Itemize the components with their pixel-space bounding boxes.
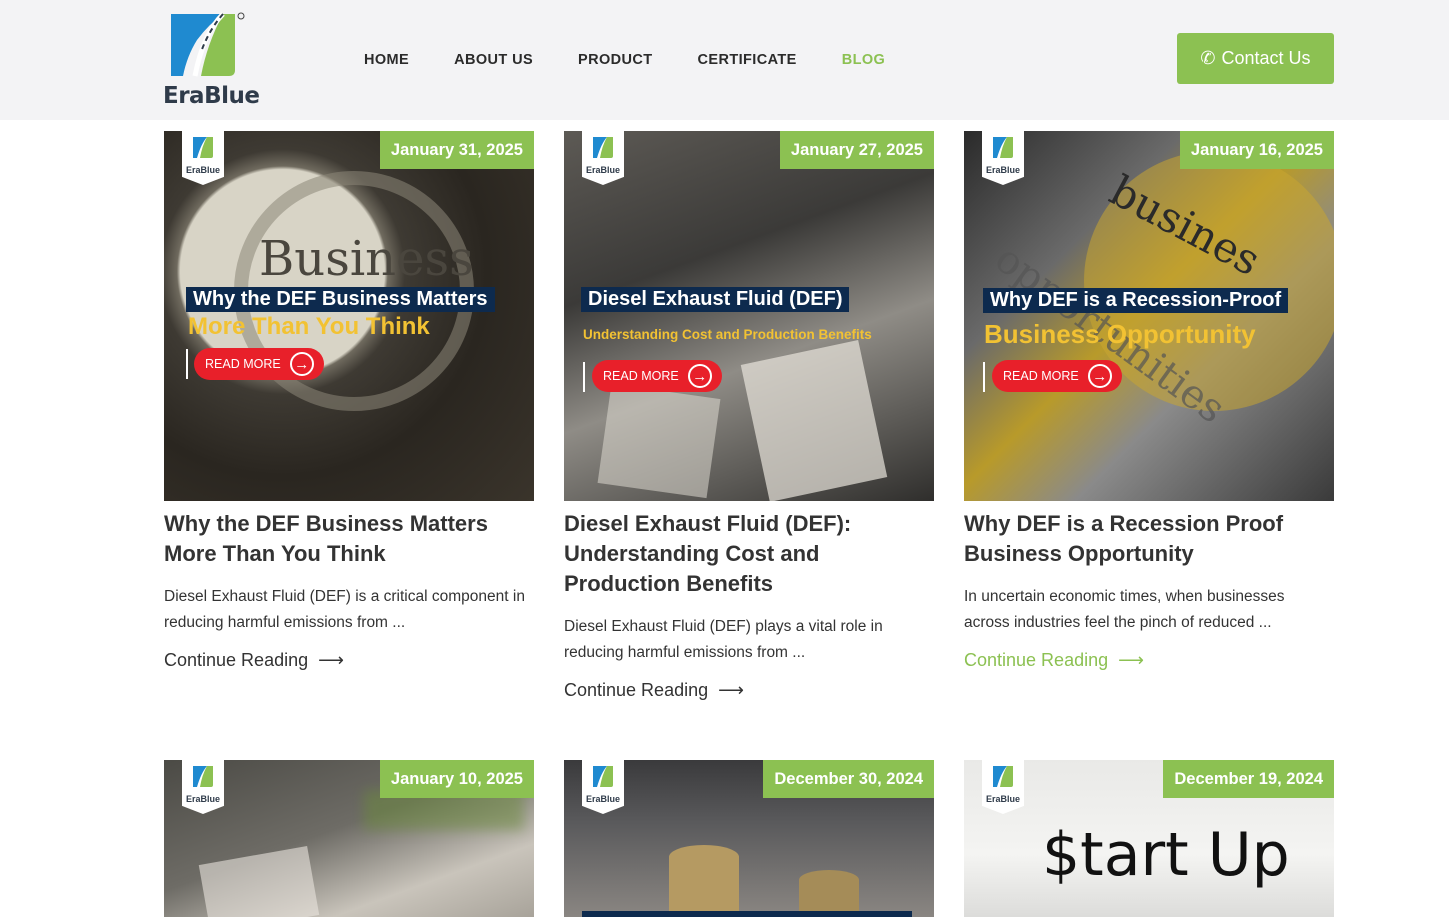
post-excerpt: Diesel Exhaust Fluid (DEF) is a critical… <box>164 588 525 631</box>
divider <box>983 362 985 392</box>
mini-logo-text: EraBlue <box>585 165 620 175</box>
divider <box>583 362 585 392</box>
post-thumbnail[interactable]: $tart Up EraBlue December 19, 2024 <box>964 760 1334 917</box>
phone-icon: ✆ <box>1200 48 1216 68</box>
road-leaf-logo-icon <box>593 766 613 787</box>
arrow-right-icon: → <box>687 364 712 388</box>
coin-stack <box>799 870 859 917</box>
read-more-label: READ MORE <box>205 357 281 371</box>
blog-card: $tart Up EraBlue December 19, 2024 <box>964 760 1334 917</box>
overlay-title: Why DEF is a Recession-Proof <box>983 288 1289 313</box>
continue-label: Continue Reading <box>564 680 709 700</box>
continue-reading-link[interactable]: Continue Reading ⟶ <box>564 680 934 701</box>
continue-label: Continue Reading <box>964 650 1109 670</box>
arrow-right-icon: → <box>289 352 314 376</box>
arrow-right-icon: ⟶ <box>318 650 344 670</box>
date-badge: January 31, 2025 <box>379 131 534 169</box>
mini-logo-text: EraBlue <box>185 794 220 804</box>
overlay-subtitle: Business Opportunity <box>984 319 1256 349</box>
contact-us-button[interactable]: ✆ Contact Us <box>1177 33 1334 84</box>
post-title[interactable]: Why DEF is a Recession Proof Business Op… <box>964 509 1334 569</box>
continue-reading-link[interactable]: Continue Reading ⟶ <box>164 650 534 671</box>
road-leaf-logo-icon <box>993 137 1013 158</box>
logo-text: EraBlue <box>163 83 260 109</box>
erablue-logo[interactable]: EraBlue <box>163 12 260 109</box>
paper-sheet <box>597 383 721 499</box>
read-more-badge: READ MORE → <box>992 360 1122 392</box>
erablue-mini-logo: EraBlue <box>182 131 224 185</box>
arrow-right-icon: ⟶ <box>718 680 744 700</box>
road-leaf-logo-icon <box>193 766 213 787</box>
nav-product[interactable]: PRODUCT <box>578 52 653 68</box>
overlay-title: Diesel Exhaust Fluid (DEF) <box>581 287 850 312</box>
blog-card: Diesel Exhaust Fluid (DEF) Understanding… <box>564 131 934 701</box>
arrow-right-icon: ⟶ <box>1118 650 1144 670</box>
post-thumbnail[interactable]: Business Why the DEF Business Matters Mo… <box>164 131 534 501</box>
erablue-mini-logo: EraBlue <box>582 131 624 185</box>
site-header: EraBlue HOME ABOUT US PRODUCT CERTIFICAT… <box>0 0 1449 120</box>
post-title[interactable]: Diesel Exhaust Fluid (DEF): Understandin… <box>564 509 934 599</box>
divider <box>186 349 188 379</box>
mini-logo-text: EraBlue <box>185 165 220 175</box>
road-leaf-logo-icon <box>593 137 613 158</box>
blog-card: Business Why the DEF Business Matters Mo… <box>164 131 534 671</box>
erablue-mini-logo: EraBlue <box>982 131 1024 185</box>
coin-stack <box>669 845 739 917</box>
blog-card: busines opportunities Why DEF is a Reces… <box>964 131 1334 671</box>
date-badge: January 10, 2025 <box>379 760 534 798</box>
road-leaf-logo-icon <box>171 12 245 77</box>
road-leaf-logo-icon <box>193 137 213 158</box>
paper-sheet <box>740 340 888 501</box>
date-badge: January 27, 2025 <box>779 131 934 169</box>
date-badge: January 16, 2025 <box>1179 131 1334 169</box>
post-thumbnail[interactable]: EraBlue December 30, 2024 <box>564 760 934 917</box>
nav-home[interactable]: HOME <box>364 52 409 68</box>
road-leaf-logo-icon <box>993 766 1013 787</box>
read-more-label: READ MORE <box>1003 369 1079 383</box>
mini-logo-text: EraBlue <box>985 165 1020 175</box>
read-more-label: READ MORE <box>603 369 679 383</box>
date-badge: December 19, 2024 <box>1163 760 1334 798</box>
erablue-mini-logo: EraBlue <box>182 760 224 814</box>
overlay-subtitle: More Than You Think <box>188 313 430 340</box>
continue-label: Continue Reading <box>164 650 309 670</box>
main-nav: HOME ABOUT US PRODUCT CERTIFICATE BLOG <box>364 52 930 68</box>
image-word: Business <box>259 231 474 287</box>
contact-us-label: Contact Us <box>1221 48 1311 68</box>
paper-sheet <box>198 845 320 917</box>
read-more-badge: READ MORE → <box>194 348 324 380</box>
nav-certificate[interactable]: CERTIFICATE <box>698 52 797 68</box>
mini-logo-text: EraBlue <box>585 794 620 804</box>
post-thumbnail[interactable]: busines opportunities Why DEF is a Reces… <box>964 131 1334 501</box>
blog-card: EraBlue January 10, 2025 <box>164 760 534 917</box>
erablue-mini-logo: EraBlue <box>982 760 1024 814</box>
read-more-badge: READ MORE → <box>592 360 722 392</box>
post-excerpt: Diesel Exhaust Fluid (DEF) plays a vital… <box>564 618 883 661</box>
post-thumbnail[interactable]: EraBlue January 10, 2025 <box>164 760 534 917</box>
blog-card: EraBlue December 30, 2024 <box>564 760 934 917</box>
nav-about-us[interactable]: ABOUT US <box>454 52 533 68</box>
continue-reading-link[interactable]: Continue Reading ⟶ <box>964 650 1334 671</box>
nav-blog[interactable]: BLOG <box>842 52 886 68</box>
post-excerpt: In uncertain economic times, when busine… <box>964 588 1285 631</box>
image-word: $tart Up <box>1042 820 1290 890</box>
overlay-title-bar <box>582 911 912 917</box>
post-title[interactable]: Why the DEF Business Matters More Than Y… <box>164 509 534 569</box>
date-badge: December 30, 2024 <box>763 760 934 798</box>
arrow-right-icon: → <box>1087 364 1112 388</box>
mini-logo-text: EraBlue <box>985 794 1020 804</box>
overlay-subtitle: Understanding Cost and Production Benefi… <box>583 327 872 342</box>
post-thumbnail[interactable]: Diesel Exhaust Fluid (DEF) Understanding… <box>564 131 934 501</box>
overlay-title: Why the DEF Business Matters <box>186 287 495 312</box>
erablue-mini-logo: EraBlue <box>582 760 624 814</box>
